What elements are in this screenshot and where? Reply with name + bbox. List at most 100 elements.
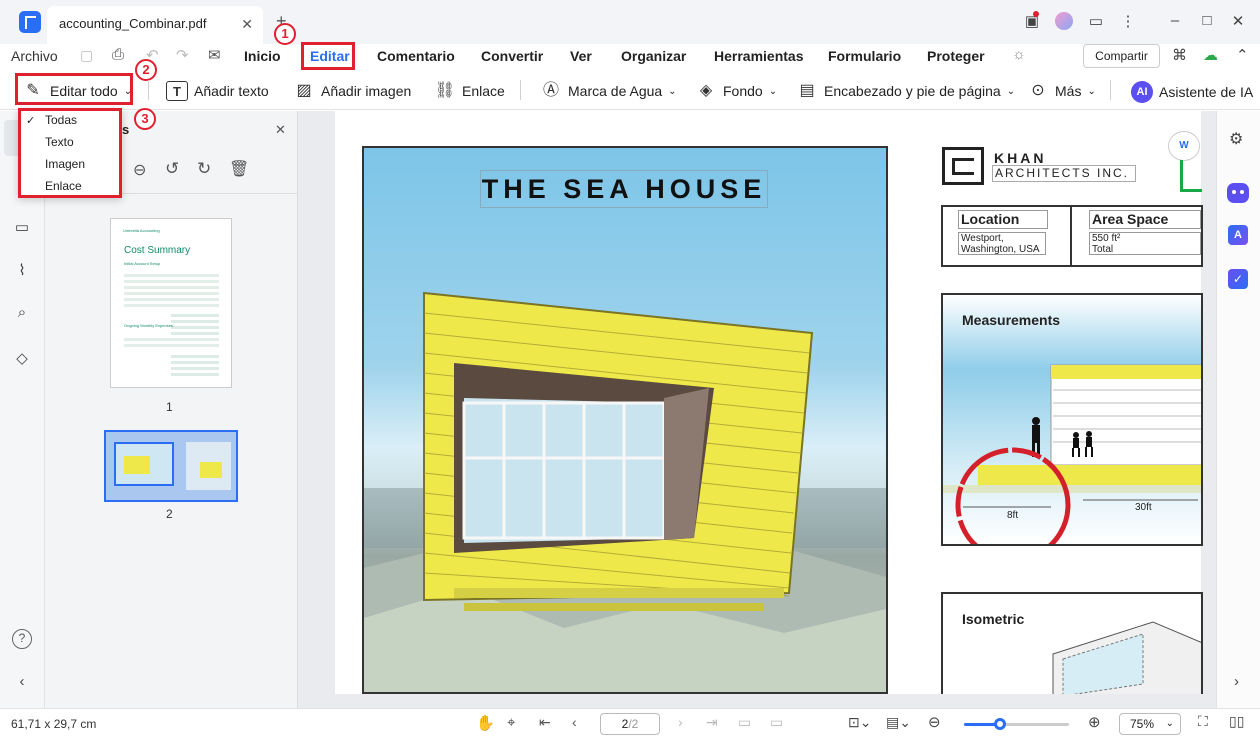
dropdown-item-imagen[interactable]: Imagen — [45, 157, 85, 171]
properties-icon[interactable]: ⚙ — [1229, 129, 1243, 149]
save-icon[interactable]: ▢ — [80, 47, 93, 64]
menu-proteger[interactable]: Proteger — [927, 48, 985, 64]
print-icon[interactable]: ⎙ — [112, 46, 124, 63]
layers-icon[interactable]: ◇ — [11, 349, 33, 371]
ai-icon: AI — [1131, 81, 1153, 103]
background-label: Fondo — [723, 83, 763, 99]
left-icon-strip — [0, 111, 45, 708]
select-tool-icon[interactable]: ⌖ — [507, 714, 515, 731]
more-label: Más — [1055, 83, 1082, 99]
close-window-icon[interactable]: ✕ — [1229, 12, 1247, 30]
menu-organizar[interactable]: Organizar — [621, 48, 686, 64]
previous-page-icon[interactable]: ‹ — [572, 714, 577, 730]
lightbulb-icon[interactable]: ☼ — [1012, 46, 1026, 63]
background-button[interactable]: ◈ Fondo ⌄ — [695, 81, 777, 101]
page-number-input[interactable]: 2/2 — [600, 713, 660, 735]
menu-inicio[interactable]: Inicio — [244, 48, 281, 64]
network-icon[interactable]: ⌘ — [1172, 46, 1187, 64]
rotate-right-icon[interactable]: ↻ — [197, 159, 211, 179]
expand-right-icon[interactable]: › — [1234, 673, 1239, 690]
sea-house-image[interactable]: THE SEA HOUSE — [362, 146, 888, 694]
tab-title: accounting_Combinar.pdf — [59, 16, 207, 31]
last-page-icon[interactable]: ⇥ — [706, 714, 718, 731]
avatar[interactable] — [1055, 12, 1073, 30]
delete-icon[interactable]: 🗑 — [229, 159, 249, 179]
watermark-icon: Ⓐ — [542, 82, 559, 99]
layout-icon[interactable]: ▤⌄ — [886, 714, 911, 731]
chevron-down-icon: ⌄ — [768, 85, 778, 97]
first-page-icon[interactable]: ⇤ — [539, 714, 551, 731]
dropdown-item-todas[interactable]: Todas — [45, 113, 77, 127]
add-text-button[interactable]: T Añadir texto — [166, 81, 269, 101]
ai-robot-icon[interactable] — [1227, 183, 1249, 203]
more-button[interactable]: ⊙ Más ⌄ — [1027, 81, 1096, 101]
minimize-icon[interactable]: – — [1166, 12, 1184, 30]
menu-formulario[interactable]: Formulario — [828, 48, 901, 64]
firm-name-line1: KHAN — [994, 150, 1047, 166]
search-icon[interactable]: ⌕ — [11, 304, 33, 326]
kebab-menu-icon[interactable]: ⋮ — [1119, 12, 1137, 30]
location-value: Westport, Washington, USA — [958, 232, 1046, 255]
hand-tool-icon[interactable]: ✋ — [476, 714, 495, 732]
translate-icon[interactable]: A — [1228, 225, 1248, 245]
dropdown-item-enlace[interactable]: Enlace — [45, 179, 82, 193]
cloud-sync-icon[interactable]: ☁ — [1203, 46, 1218, 64]
header-footer-button[interactable]: ▤ Encabezado y pie de página ⌄ — [796, 81, 1015, 101]
location-value-line1: Westport, — [961, 233, 1004, 244]
fit-page-icon[interactable]: ▭ — [738, 714, 751, 731]
menu-ver[interactable]: Ver — [570, 48, 592, 64]
green-frame-corner — [1180, 160, 1202, 192]
help-icon[interactable]: ? — [12, 629, 32, 649]
watermark-button[interactable]: Ⓐ Marca de Agua ⌄ — [540, 81, 677, 101]
divider — [1110, 80, 1111, 100]
chevron-down-icon: ⌄ — [123, 85, 133, 97]
comment-icon[interactable]: ▭ — [11, 218, 33, 240]
location-label: Location — [958, 210, 1048, 229]
checklist-icon[interactable]: ✓ — [1228, 269, 1248, 289]
zoom-in-button[interactable]: ⊕ — [1088, 713, 1101, 731]
thumb-title: Cost Summary — [124, 245, 191, 256]
menu-comentario[interactable]: Comentario — [377, 48, 455, 64]
view-mode-icon[interactable]: ⊡⌄ — [848, 714, 871, 731]
two-page-icon[interactable]: ▯▯ — [1229, 713, 1244, 730]
menu-editar[interactable]: Editar — [310, 48, 350, 64]
fit-width-icon[interactable]: ▭ — [770, 714, 783, 731]
page-thumbnail-1[interactable]: Umbrella Accounting Cost Summary Initial… — [110, 218, 232, 388]
fullscreen-icon[interactable]: ⛶ — [1198, 713, 1208, 730]
zoom-out-button[interactable]: ⊖ — [928, 713, 941, 731]
ai-assistant-button[interactable]: AI Asistente de IA — [1131, 81, 1253, 103]
document-tab[interactable]: accounting_Combinar.pdf ✕ — [47, 6, 263, 44]
location-value-line2: Washington, USA — [961, 244, 1040, 255]
edit-all-button[interactable]: ✎ Editar todo ⌄ — [22, 81, 132, 101]
thumb-section-1: Initial Account Setup — [124, 261, 161, 266]
link-button[interactable]: ⛓ Enlace — [434, 81, 505, 101]
dimension-30ft: 30ft — [1135, 502, 1152, 513]
page-thumbnail-2[interactable] — [104, 430, 238, 502]
sea-house-illustration — [364, 291, 886, 692]
zoom-select[interactable]: 75% ⌄ — [1119, 713, 1181, 735]
menu-file[interactable]: Archivo — [11, 48, 58, 64]
attachment-icon[interactable]: ⌇ — [11, 261, 33, 283]
maximize-icon[interactable]: □ — [1198, 12, 1216, 30]
rotate-left-icon[interactable]: ↺ — [165, 159, 179, 179]
chat-icon[interactable]: ▭ — [1087, 12, 1105, 30]
word-convert-icon[interactable]: W — [1168, 131, 1200, 161]
close-panel-icon[interactable]: ✕ — [275, 122, 286, 138]
collapse-left-icon[interactable]: ‹ — [11, 673, 33, 695]
background-icon: ◈ — [699, 82, 713, 99]
next-page-icon[interactable]: › — [678, 714, 683, 730]
close-tab-icon[interactable]: ✕ — [241, 6, 253, 42]
zoom-slider-handle[interactable] — [994, 718, 1006, 730]
menu-convertir[interactable]: Convertir — [481, 48, 543, 64]
menu-herramientas[interactable]: Herramientas — [714, 48, 804, 64]
redo-icon[interactable]: ↷ — [176, 46, 189, 64]
collapse-icon[interactable]: ⌃ — [1236, 46, 1249, 64]
zoom-out-icon[interactable]: ⊖ — [133, 160, 146, 180]
document-title[interactable]: THE SEA HOUSE — [480, 170, 768, 208]
dropdown-item-texto[interactable]: Texto — [45, 135, 74, 149]
area-label: Area Space — [1089, 210, 1201, 229]
share-button[interactable]: Compartir — [1083, 44, 1160, 68]
add-image-button[interactable]: ▨ Añadir imagen — [293, 81, 411, 101]
email-icon[interactable]: ✉ — [208, 46, 221, 64]
zoom-level: 75% — [1130, 717, 1155, 731]
